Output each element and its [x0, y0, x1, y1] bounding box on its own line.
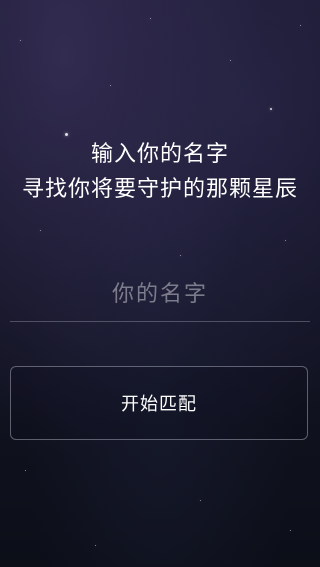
- input-underline: [10, 321, 310, 322]
- star-icon: [25, 470, 26, 471]
- name-input[interactable]: [10, 270, 310, 318]
- prompt-title: 输入你的名字: [90, 142, 229, 167]
- star-icon: [270, 108, 272, 110]
- star-icon: [95, 545, 96, 546]
- star-icon: [65, 133, 68, 136]
- star-icon: [285, 240, 286, 241]
- star-icon: [110, 85, 111, 86]
- star-icon: [290, 530, 291, 531]
- star-icon: [230, 60, 231, 61]
- star-icon: [180, 255, 181, 256]
- start-match-button[interactable]: 开始匹配: [10, 366, 308, 440]
- start-match-label: 开始匹配: [121, 394, 197, 415]
- app-screen: 输入你的名字 寻找你将要守护的那颗星辰 开始匹配: [0, 0, 320, 567]
- star-icon: [20, 40, 21, 41]
- star-icon: [40, 230, 41, 231]
- star-icon: [300, 25, 301, 26]
- star-icon: [150, 18, 151, 19]
- star-icon: [200, 500, 201, 501]
- prompt-subtitle: 寻找你将要守护的那颗星辰: [21, 177, 298, 202]
